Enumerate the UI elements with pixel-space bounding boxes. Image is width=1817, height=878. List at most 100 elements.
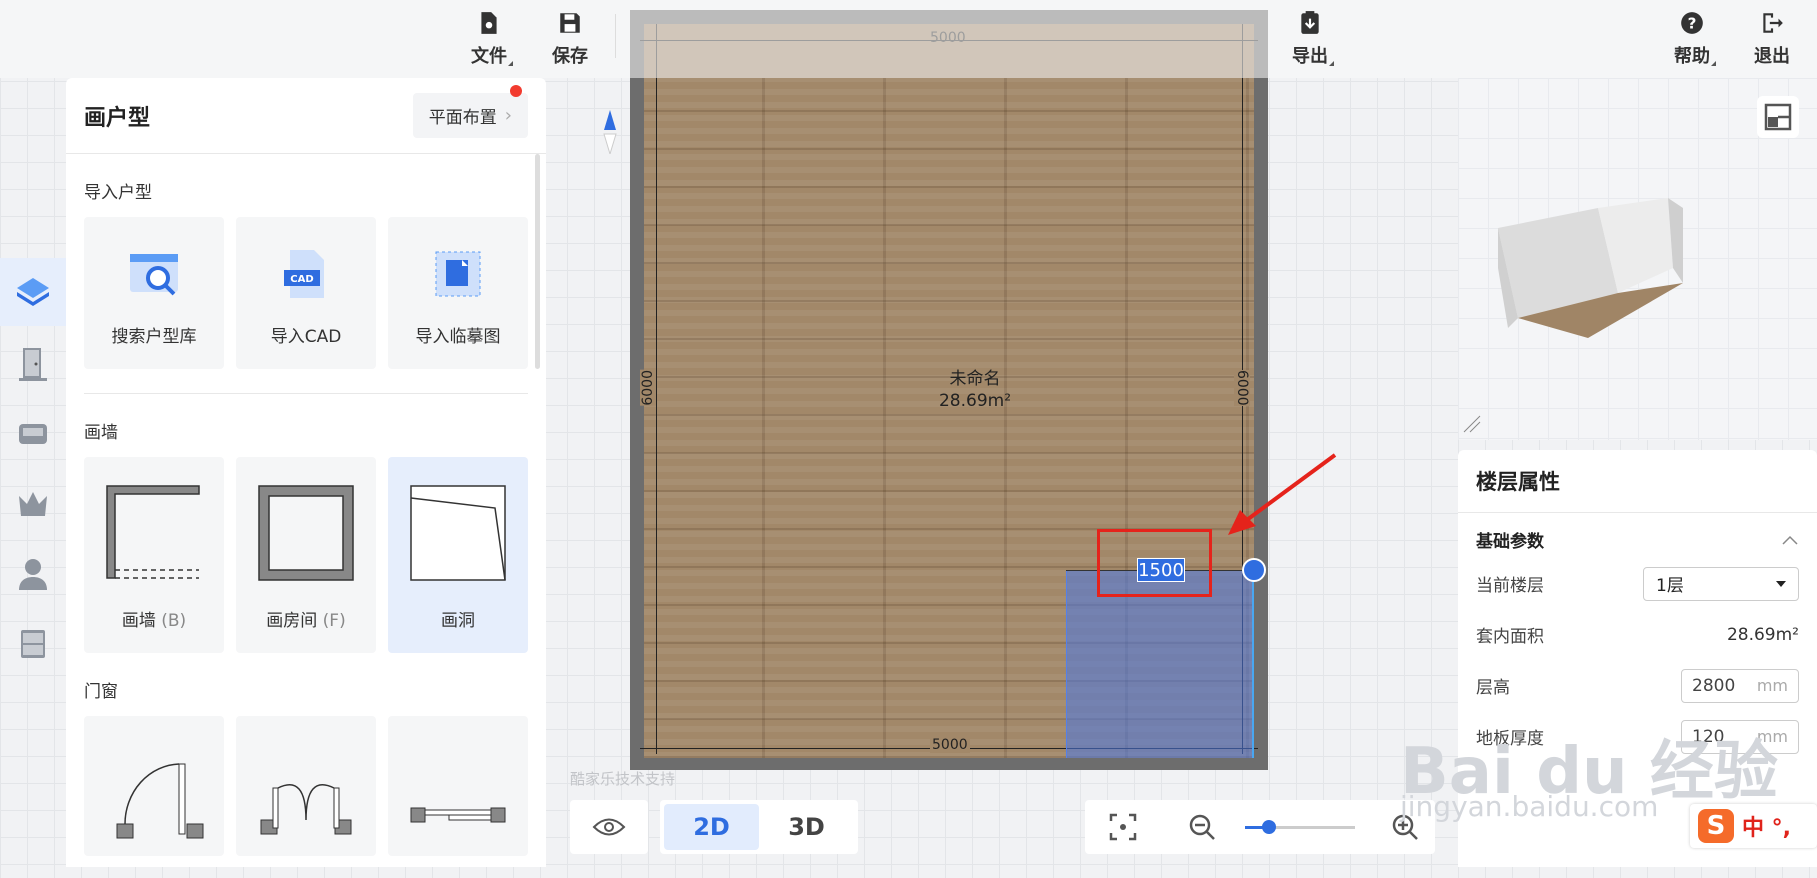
file-dropdown-caret: [508, 61, 513, 66]
zoom-out-icon[interactable]: [1188, 813, 1216, 841]
file-icon: [481, 12, 497, 34]
wall-section-title: 画墙: [84, 423, 118, 443]
save-button[interactable]: 保存: [540, 10, 600, 70]
draw-wall-card[interactable]: 画墙 (B): [84, 457, 224, 653]
floorplan-panel: 画户型 平面布置 › 导入户型 搜索户型库 CAD 导入CAD 导入临摹图 画墙…: [66, 78, 546, 867]
preview-3d[interactable]: [1458, 78, 1817, 440]
dropdown-arrow-icon: [1776, 580, 1786, 587]
current-floor-row: 当前楼层 1层: [1458, 558, 1817, 609]
room-3d-render: [1498, 198, 1683, 338]
exit-icon: [1763, 13, 1783, 33]
rail-doors[interactable]: [0, 330, 66, 398]
room-name: 未命名: [949, 369, 1001, 389]
draw-room-icon: [258, 485, 354, 581]
basic-params-header[interactable]: 基础参数: [1458, 513, 1817, 558]
exit-button[interactable]: 退出: [1742, 10, 1802, 70]
annotation-arrow-icon: [1228, 453, 1337, 535]
cabinet-icon: [21, 630, 45, 658]
toolbar-overlay: [630, 10, 1268, 78]
current-floor-select[interactable]: 1层: [1643, 566, 1799, 601]
svg-text:CAD: CAD: [290, 274, 313, 285]
room-area: 28.69m²: [938, 391, 1012, 411]
import-cards: 搜索户型库 CAD 导入CAD 导入临摹图: [66, 217, 546, 369]
preview-toggle-button[interactable]: [1757, 96, 1799, 138]
tech-support-hint: 酷家乐技术支持: [570, 770, 676, 788]
door-cards: [66, 716, 546, 856]
view-mode-toggle: 2D 3D: [660, 800, 858, 854]
floor-height-input[interactable]: 2800 mm: [1681, 668, 1799, 703]
ime-logo-icon: S: [1698, 809, 1734, 843]
export-icon: [1301, 11, 1319, 34]
double-door-card[interactable]: [236, 716, 376, 856]
zoom-slider-knob[interactable]: [1262, 820, 1277, 834]
export-dropdown-caret: [1329, 61, 1334, 66]
file-button[interactable]: 文件: [459, 10, 519, 70]
tracing-image-icon: [435, 251, 481, 297]
door-icon: [19, 348, 47, 381]
cad-file-icon: CAD: [284, 250, 324, 298]
rail-person[interactable]: [0, 540, 66, 608]
help-dropdown-caret: [1711, 61, 1716, 66]
room-label[interactable]: 未命名 28.69m²: [900, 368, 1050, 412]
import-tracing-card[interactable]: 导入临摹图: [388, 217, 528, 369]
draw-room-card[interactable]: 画房间 (F): [236, 457, 376, 653]
view-2d-button[interactable]: 2D: [664, 804, 759, 850]
ime-toolbar[interactable]: S 中 °,: [1690, 804, 1817, 848]
svg-text:?: ?: [1688, 14, 1697, 32]
inner-area-value: 28.69m²: [1726, 624, 1799, 645]
panel-header: 画户型 平面布置 ›: [66, 78, 546, 154]
hole-edge-line: [1252, 570, 1254, 758]
notification-dot: [510, 85, 522, 97]
window-icon: [410, 807, 506, 823]
crown-icon: [19, 492, 47, 516]
window-card[interactable]: [388, 716, 528, 856]
compass-icon: [603, 110, 617, 154]
floor-plan[interactable]: 5000 5000 6000 6000 未命名 28.69m² 1500: [630, 10, 1268, 770]
toolbar-divider: [615, 14, 616, 58]
rail-decor[interactable]: [0, 470, 66, 538]
visibility-button[interactable]: [570, 800, 648, 854]
search-library-card[interactable]: 搜索户型库: [84, 217, 224, 369]
view-3d-button[interactable]: 3D: [759, 804, 854, 850]
help-icon: ?: [1681, 12, 1703, 34]
double-door-icon: [260, 783, 352, 835]
plan-layout-button[interactable]: 平面布置 ›: [412, 85, 528, 138]
rail-floorplan[interactable]: [0, 258, 66, 326]
rail-sofa[interactable]: [0, 400, 66, 468]
panel-scrollbar[interactable]: [535, 154, 540, 369]
draw-hole-icon: [410, 485, 506, 581]
properties-title: 楼层属性: [1458, 450, 1817, 513]
wall-cards: 画墙 (B) 画房间 (F) 画洞: [66, 457, 546, 653]
resize-grip-icon[interactable]: [1462, 414, 1482, 434]
draw-wall-icon: [106, 485, 200, 579]
inner-area-row: 套内面积 28.69m²: [1476, 624, 1799, 648]
sofa-icon: [19, 424, 47, 444]
bottom-dimension-text: 5000: [930, 737, 970, 753]
chevron-right-icon: ›: [504, 105, 512, 126]
search-library-icon: [130, 254, 178, 296]
single-door-icon: [116, 763, 204, 839]
user-icon: [19, 559, 47, 590]
left-dimension-text: 6000: [640, 370, 656, 406]
hole-resize-handle[interactable]: [1242, 558, 1266, 582]
wall-hole-selection[interactable]: [1066, 570, 1254, 758]
watermark-url: jingyan.baidu.com: [1400, 790, 1659, 823]
save-icon: [560, 13, 580, 33]
single-door-card[interactable]: [84, 716, 224, 856]
category-rail: [0, 250, 66, 690]
draw-hole-card[interactable]: 画洞: [388, 457, 528, 653]
import-cad-card[interactable]: CAD 导入CAD: [236, 217, 376, 369]
eye-icon: [592, 818, 626, 836]
door-section-title: 门窗: [84, 682, 118, 702]
help-button[interactable]: ? 帮助: [1662, 10, 1722, 70]
layout-icon: [1764, 103, 1792, 131]
right-dimension-text: 6000: [1234, 370, 1250, 406]
export-button[interactable]: 导出: [1280, 10, 1340, 70]
floorplan-icon: [17, 278, 49, 306]
panel-title: 画户型: [84, 105, 151, 131]
zoom-controls: [1085, 800, 1435, 854]
left-dimension-line: [656, 24, 657, 754]
ime-mode-text: 中 °,: [1742, 816, 1792, 841]
rail-cabinet[interactable]: [0, 610, 66, 678]
fit-view-icon[interactable]: [1109, 813, 1137, 841]
